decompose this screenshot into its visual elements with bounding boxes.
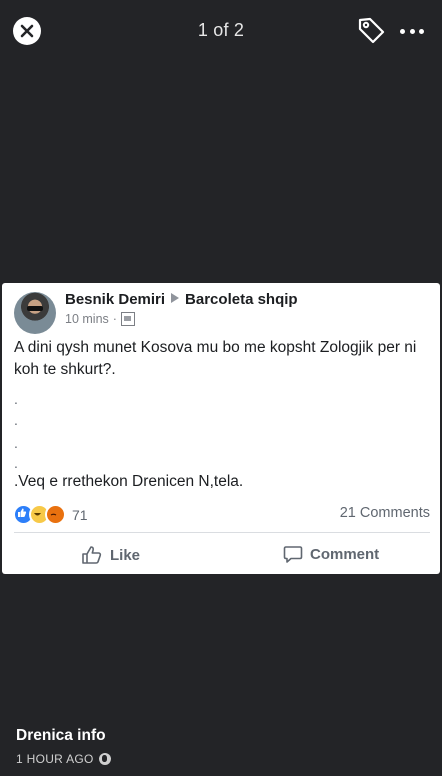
- dot: [400, 28, 405, 34]
- page-name[interactable]: Drenica info: [16, 727, 106, 745]
- dot: [409, 28, 415, 34]
- post-text: A dini qysh munet Kosova mu bo me kopsht…: [14, 339, 417, 378]
- author-name[interactable]: Besnik Demiri: [65, 291, 165, 308]
- group-audience-icon: [120, 312, 135, 326]
- divider: [14, 532, 430, 533]
- tag-button[interactable]: [356, 15, 386, 45]
- tag-icon: [358, 17, 385, 44]
- text-dot: .: [14, 412, 18, 428]
- comments-count[interactable]: 21 Comments: [340, 505, 430, 521]
- comment-label: Comment: [310, 546, 380, 563]
- viewer-top-bar: 1 of 2: [0, 0, 442, 64]
- angry-reaction-icon: [45, 504, 66, 525]
- post-header: Besnik Demiri Barcoleta shqip: [65, 291, 298, 308]
- more-options-button[interactable]: [400, 26, 424, 36]
- arrow-right-icon: [171, 293, 180, 303]
- comment-button[interactable]: Comment: [283, 545, 379, 564]
- avatar-sunglasses: [27, 306, 43, 311]
- author-avatar[interactable]: [14, 292, 56, 334]
- post-meta: 10 mins ·: [65, 312, 135, 326]
- reaction-count: 71: [72, 506, 88, 523]
- post-timestamp: 1 HOUR AGO: [16, 752, 111, 766]
- text-dot: .: [14, 455, 18, 471]
- dot: [419, 28, 424, 34]
- group-name[interactable]: Barcoleta shqip: [185, 291, 298, 308]
- timestamp-text: 1 HOUR AGO: [16, 752, 94, 766]
- like-button[interactable]: Like: [81, 545, 140, 565]
- text-dot: .: [14, 435, 18, 451]
- post-text-end: .Veq e rrethekon Drenicen N,tela.: [14, 473, 244, 490]
- thumbs-up-icon: [82, 546, 102, 564]
- reactions-summary[interactable]: 71: [13, 504, 88, 525]
- separator-dot: ·: [112, 312, 117, 326]
- post-card: Besnik Demiri Barcoleta shqip 10 mins · A…: [2, 283, 440, 574]
- globe-icon: [98, 753, 111, 765]
- text-dot: .: [14, 391, 18, 407]
- comment-icon: [283, 546, 303, 563]
- like-label: Like: [110, 546, 141, 564]
- post-time[interactable]: 10 mins: [65, 312, 109, 326]
